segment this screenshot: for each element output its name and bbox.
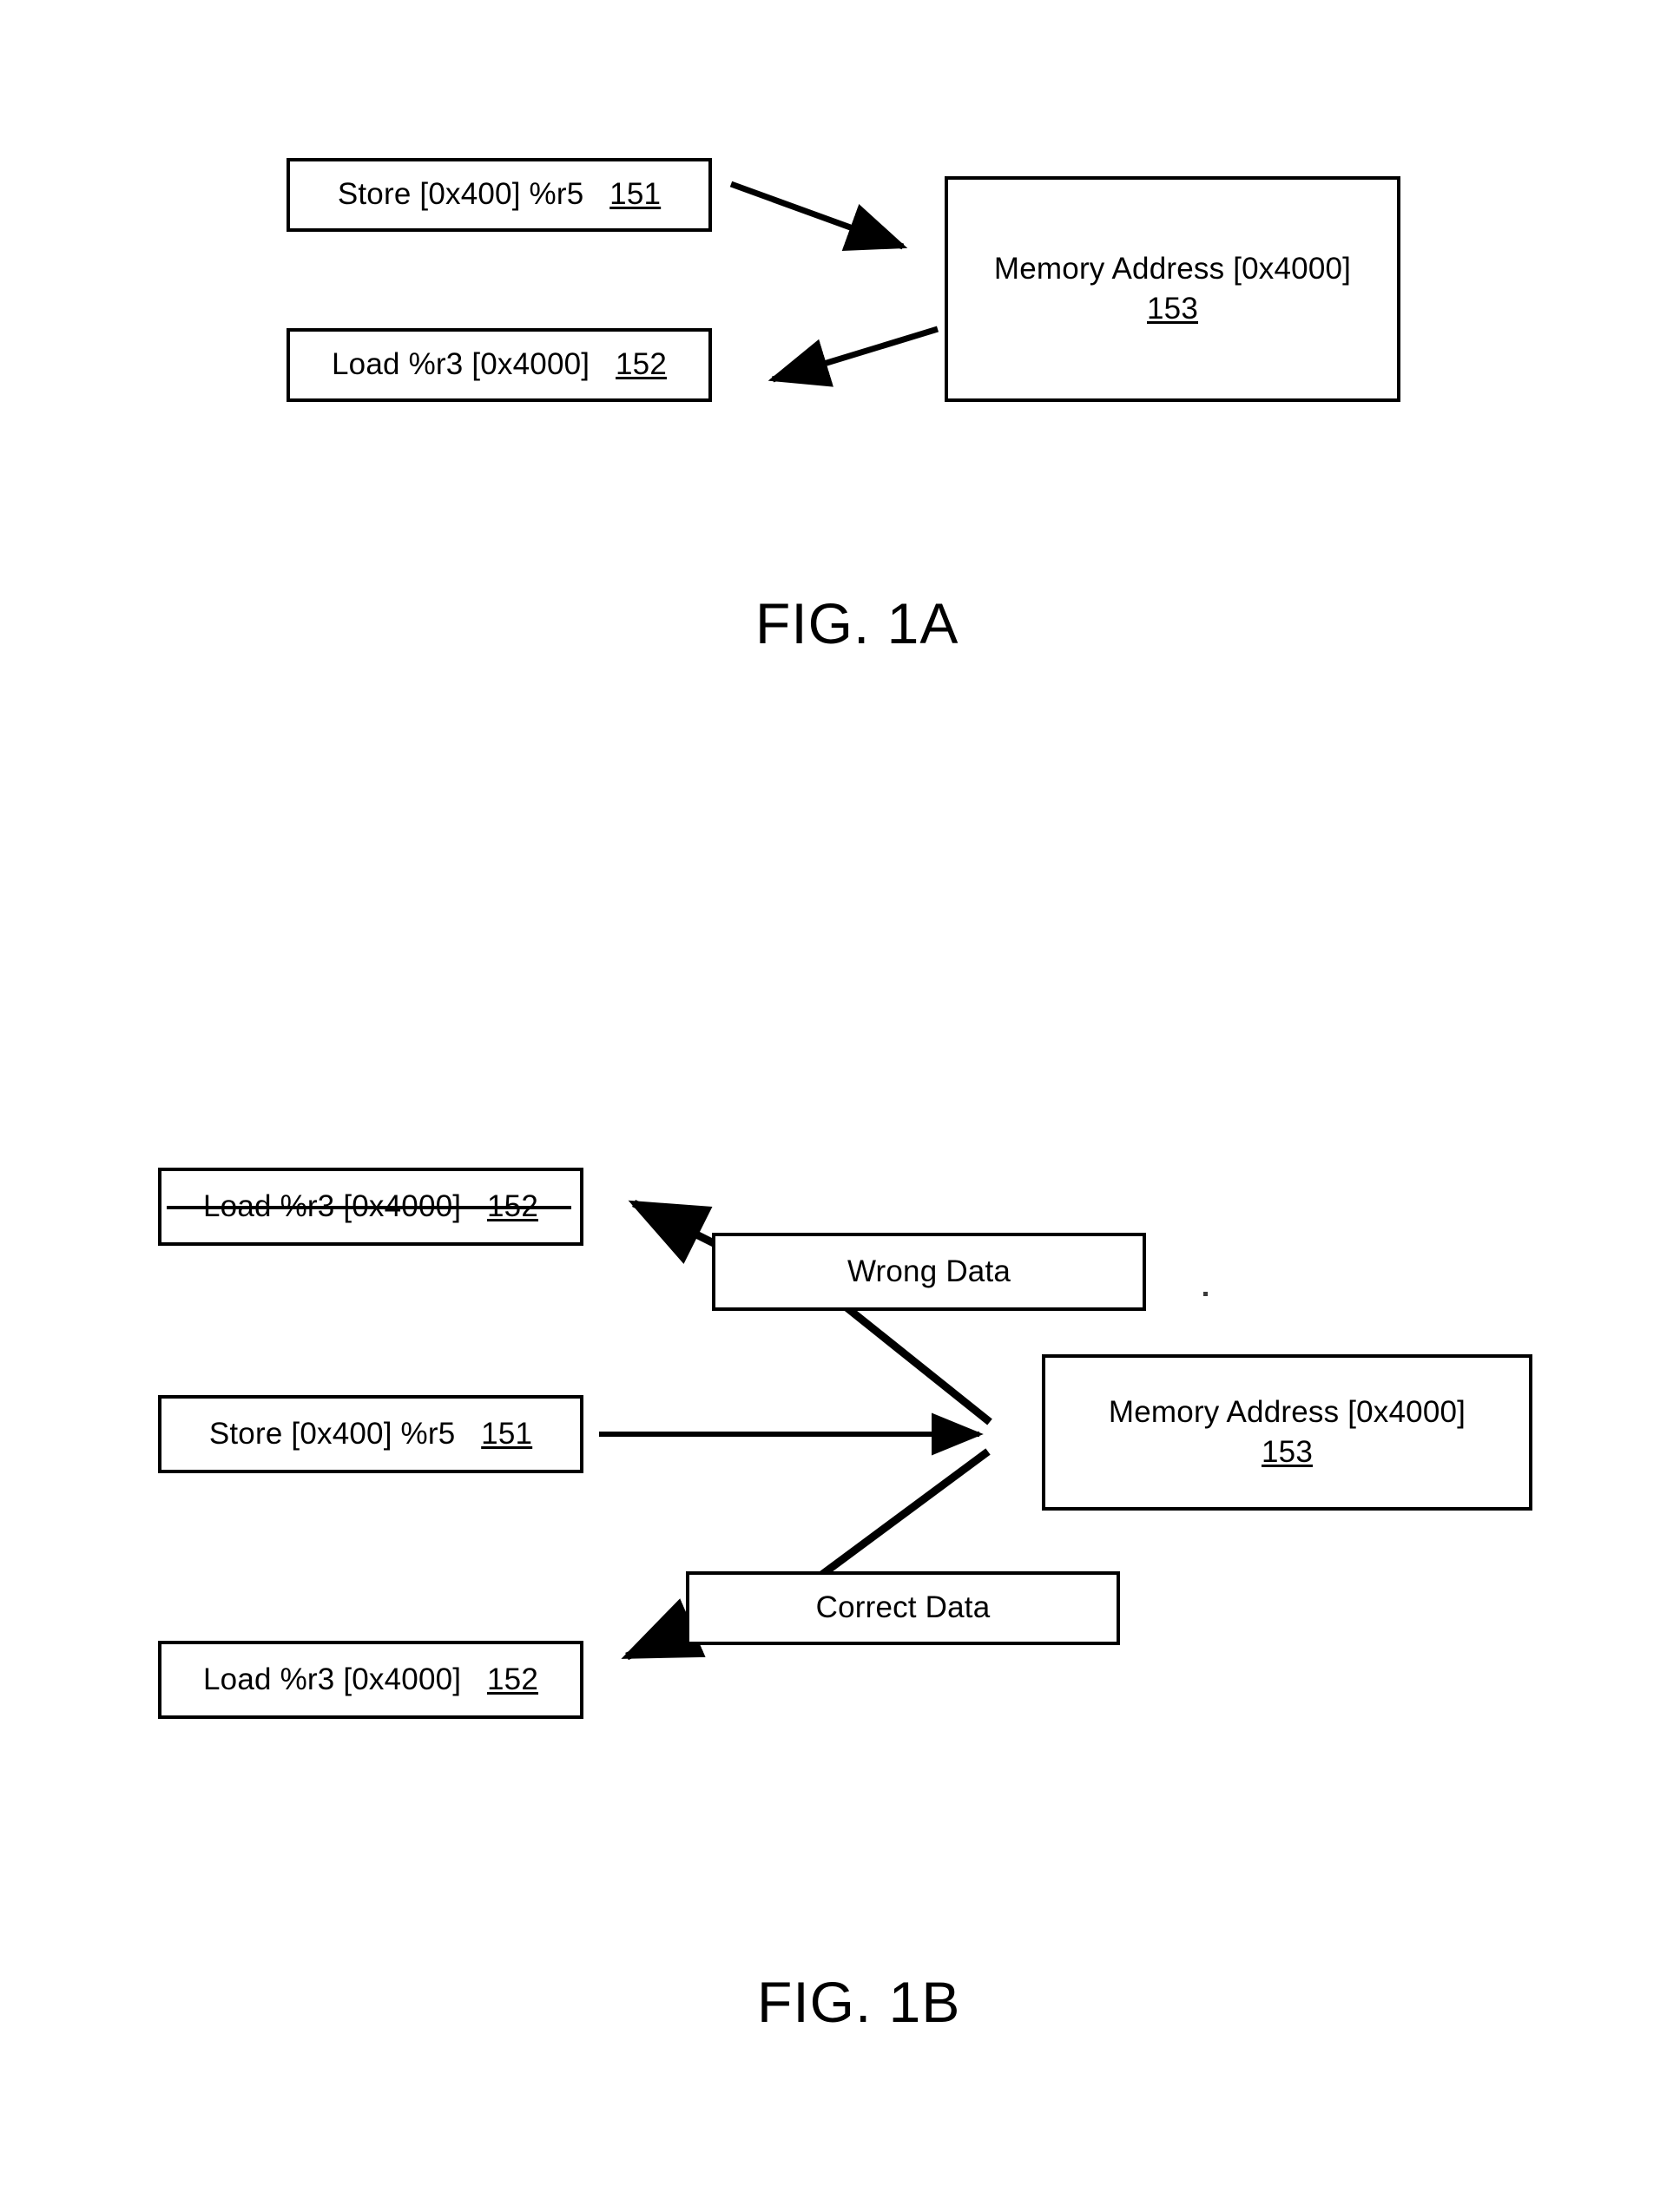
fig1a-store-box: Store [0x400] %r5 151 xyxy=(287,158,712,232)
strikethrough-line xyxy=(167,1206,571,1209)
fig1b-load-label: Load %r3 [0x4000] xyxy=(202,1662,462,1696)
arrow-store-to-memory-1a xyxy=(729,181,908,251)
fig1b-memory-label: Memory Address [0x4000] xyxy=(1108,1394,1466,1429)
fig1a-store-ref: 151 xyxy=(609,177,662,212)
fig1a-load-label: Load %r3 [0x4000] xyxy=(331,347,590,382)
fig1b-correct-data-box: Correct Data xyxy=(686,1571,1120,1645)
fig1b-load-ref: 152 xyxy=(487,1662,538,1696)
fig1b-memory-ref: 153 xyxy=(1262,1435,1313,1469)
fig1a-memory-box: Memory Address [0x4000] 153 xyxy=(945,176,1400,402)
fig1b-store-box: Store [0x400] %r5 151 xyxy=(158,1395,583,1473)
fig1b-store-ref: 151 xyxy=(481,1416,533,1451)
fig1a-load-box: Load %r3 [0x4000] 152 xyxy=(287,328,712,402)
fig1b-wrong-data-box: Wrong Data xyxy=(712,1233,1146,1311)
fig1b-caption: FIG. 1B xyxy=(757,1970,961,2034)
fig1a-load-ref: 152 xyxy=(616,347,667,382)
line-memory-to-wrong-data-1b xyxy=(831,1294,992,1425)
fig1a-memory-ref: 153 xyxy=(1147,292,1198,326)
scan-artifact-speck xyxy=(1203,1292,1208,1296)
fig1b-wrong-data-label: Wrong Data xyxy=(847,1254,1011,1288)
fig1b-correct-data-label: Correct Data xyxy=(815,1590,991,1625)
fig1a-store-label: Store [0x400] %r5 xyxy=(337,177,584,212)
line-memory-to-correct-data-1b xyxy=(818,1448,991,1579)
fig1b-load-struck-box: Load %r3 [0x4000] 152 xyxy=(158,1168,583,1246)
connector-layer xyxy=(599,181,992,1661)
fig1a-caption: FIG. 1A xyxy=(755,591,959,655)
fig1b-memory-box: Memory Address [0x4000] 153 xyxy=(1042,1354,1532,1511)
fig1b-store-label: Store [0x400] %r5 xyxy=(208,1416,456,1451)
fig1b-load-box: Load %r3 [0x4000] 152 xyxy=(158,1641,583,1719)
figure-sheet: Store [0x400] %r5 151 Load %r3 [0x4000] … xyxy=(0,0,1680,2212)
fig1a-memory-label: Memory Address [0x4000] xyxy=(993,251,1352,286)
arrow-memory-to-load-1a xyxy=(768,326,939,387)
